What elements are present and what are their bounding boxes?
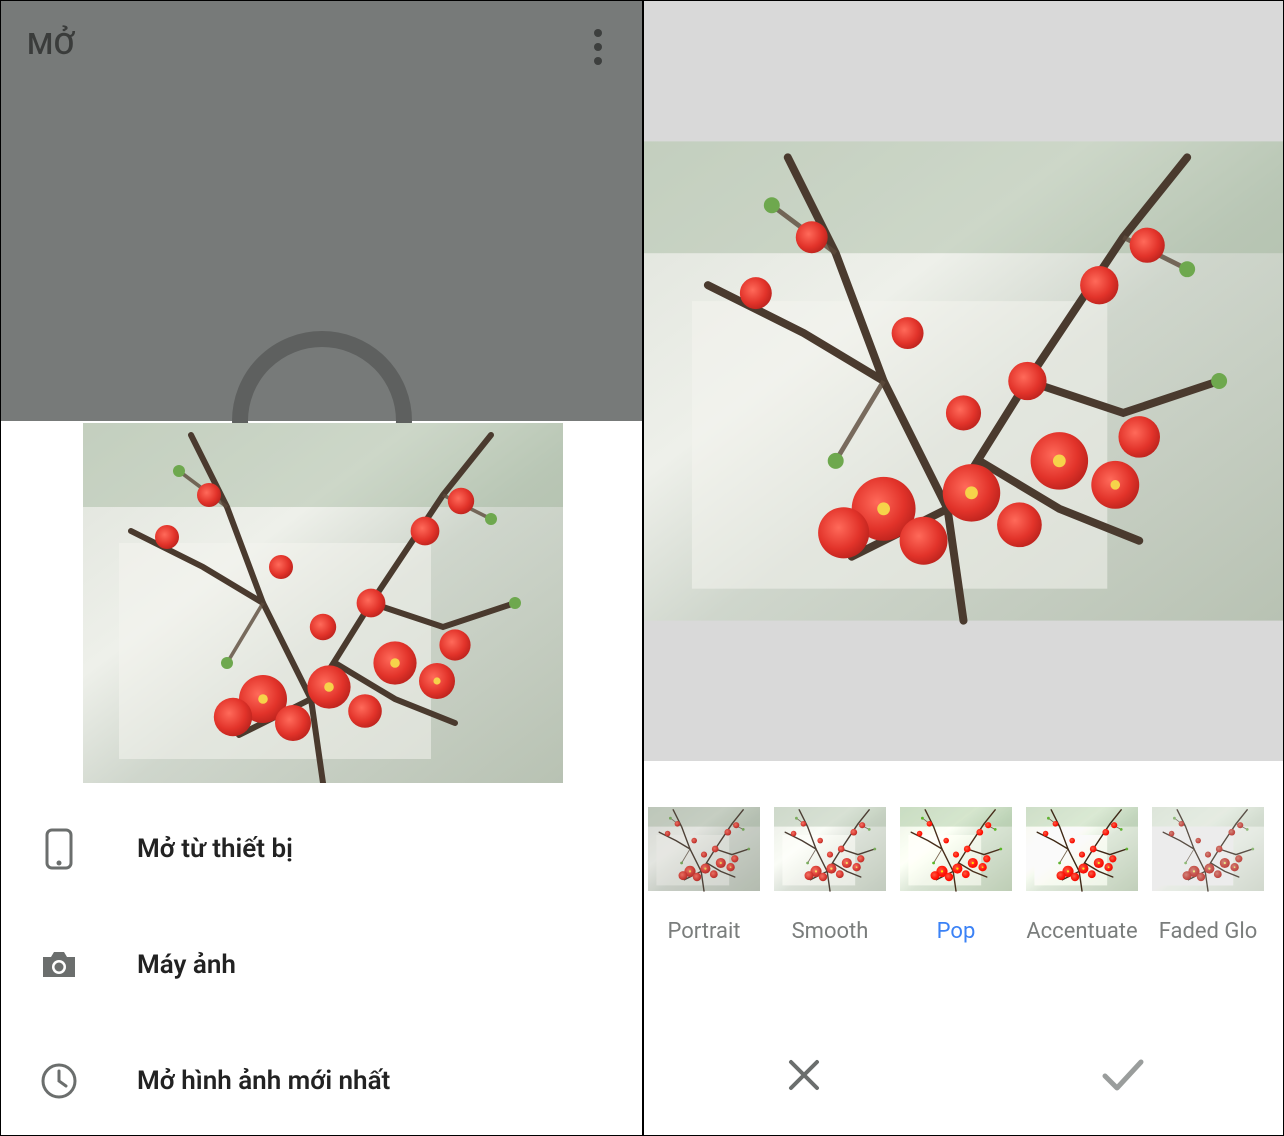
filter-thumb xyxy=(900,793,1012,905)
device-icon xyxy=(39,828,79,870)
filter-portrait[interactable]: Portrait xyxy=(648,793,760,944)
menu-open-latest[interactable]: Mở hình ảnh mới nhất xyxy=(1,1023,642,1135)
filter-pop[interactable]: Pop xyxy=(900,793,1012,944)
menu-label: Mở từ thiết bị xyxy=(137,834,293,864)
recent-icon xyxy=(39,1062,79,1100)
filter-label: Faded Glo xyxy=(1152,919,1264,944)
open-sheet-pane: MỞ Mở từ thiết bị Máy xyxy=(1,1,642,1135)
action-bar xyxy=(644,1015,1283,1135)
filter-thumb xyxy=(1026,793,1138,905)
filter-thumb xyxy=(648,793,760,905)
filter-label: Accentuate xyxy=(1026,919,1138,944)
check-icon xyxy=(1101,1058,1145,1092)
apply-button[interactable] xyxy=(964,1015,1284,1135)
open-menu: Mở từ thiết bị Máy ảnh Mở hình ảnh mới n… xyxy=(1,791,642,1135)
thumbnail-image[interactable] xyxy=(4,423,642,783)
filter-accentuate[interactable]: Accentuate xyxy=(1026,793,1138,944)
filter-strip[interactable]: Portrait Smooth Pop Accentuate Faded Glo xyxy=(644,793,1283,944)
cancel-button[interactable] xyxy=(644,1015,964,1135)
close-icon xyxy=(785,1056,823,1094)
filter-thumb xyxy=(1152,793,1264,905)
menu-label: Máy ảnh xyxy=(137,950,236,980)
filter-editor-pane: Portrait Smooth Pop Accentuate Faded Glo xyxy=(642,1,1283,1135)
camera-icon xyxy=(39,949,79,981)
preview-area xyxy=(644,1,1283,761)
kebab-dot-icon xyxy=(594,29,602,37)
open-sheet-backdrop: MỞ xyxy=(1,1,642,421)
kebab-dot-icon xyxy=(594,57,602,65)
filter-label: Portrait xyxy=(648,919,760,944)
menu-open-camera[interactable]: Máy ảnh xyxy=(1,907,642,1023)
menu-open-from-device[interactable]: Mở từ thiết bị xyxy=(1,791,642,907)
menu-label: Mở hình ảnh mới nhất xyxy=(137,1066,390,1096)
filter-smooth[interactable]: Smooth xyxy=(774,793,886,944)
more-options-button[interactable] xyxy=(586,29,610,65)
preview-image[interactable] xyxy=(644,1,1283,761)
open-title: MỞ xyxy=(27,27,75,62)
recent-thumbnails-row[interactable] xyxy=(4,423,642,783)
filter-label: Smooth xyxy=(774,919,886,944)
filter-faded-glow[interactable]: Faded Glo xyxy=(1152,793,1264,944)
filter-label: Pop xyxy=(900,919,1012,944)
filter-thumb xyxy=(774,793,886,905)
kebab-dot-icon xyxy=(594,43,602,51)
